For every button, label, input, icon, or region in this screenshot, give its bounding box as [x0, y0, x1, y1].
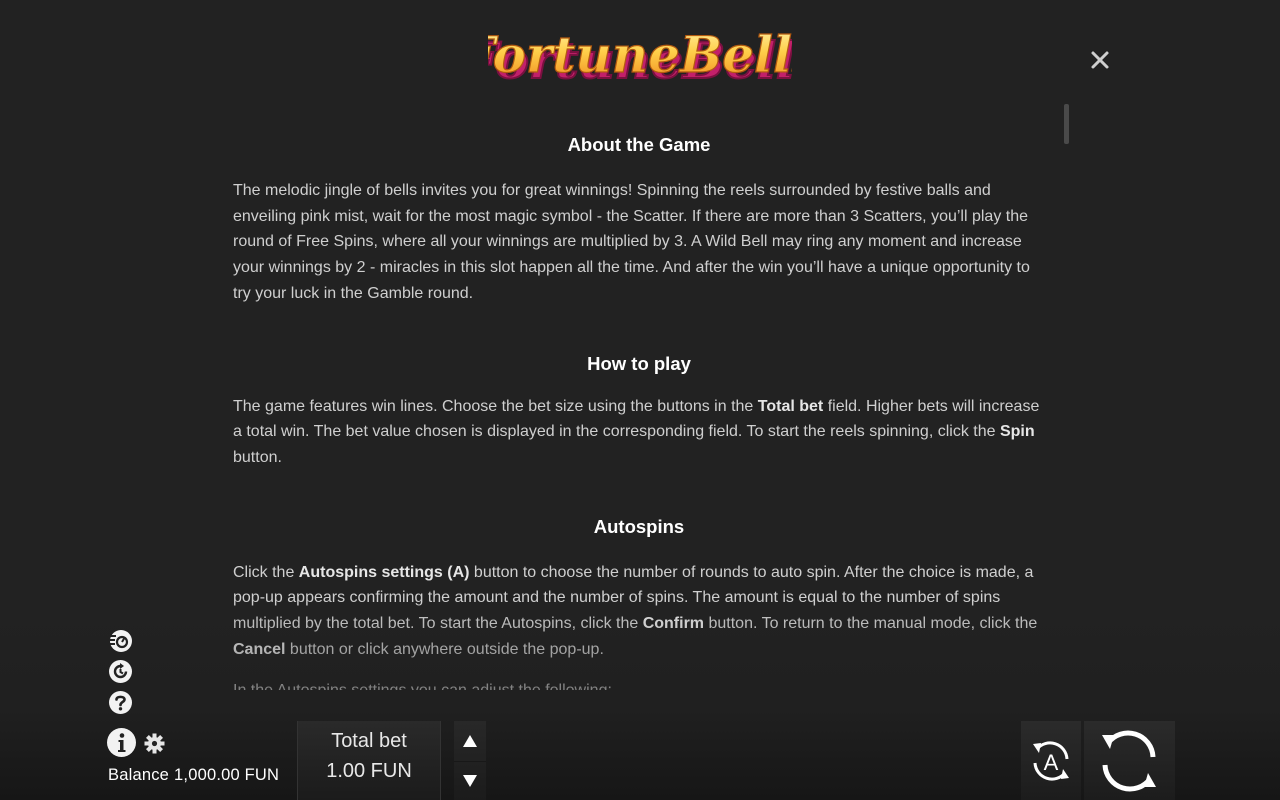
svg-text:FortuneBells: FortuneBells	[488, 25, 792, 84]
section-title-autospins: Autospins	[593, 515, 685, 537]
bet-stepper	[454, 721, 486, 800]
help-icon	[109, 691, 132, 714]
history-button[interactable]	[107, 658, 134, 685]
spin-icon	[1102, 730, 1156, 792]
how-to-play-paragraph: The game features win lines. Choose the …	[233, 397, 1040, 466]
close-icon	[1091, 51, 1109, 69]
total-bet-label: Total bet	[331, 730, 407, 752]
autospin-icon: A	[1033, 741, 1069, 781]
scrollbar-thumb[interactable]	[1064, 104, 1069, 144]
cancel-term: Cancel	[233, 640, 286, 658]
close-button[interactable]	[1086, 46, 1114, 74]
triangle-up-icon	[463, 735, 477, 747]
info-button[interactable]	[106, 727, 137, 758]
info-icon	[107, 728, 136, 757]
autospins-paragraph: Click the Autospins settings (A) button …	[233, 563, 1038, 658]
turbo-button[interactable]	[107, 627, 134, 654]
bet-decrease-button[interactable]	[454, 761, 486, 800]
autospins-settings-term: Autospins settings (A)	[298, 563, 470, 581]
autospins-settings-intro: In the Autospins settings you can adjust…	[233, 678, 1045, 690]
section-title-how-to-play: How to play	[587, 352, 691, 374]
confirm-term: Confirm	[642, 615, 705, 633]
gear-icon	[144, 733, 165, 754]
total-bet-term: Total bet	[757, 397, 824, 415]
scrollbar[interactable]	[1064, 104, 1069, 684]
balance-value: 1,000.00 FUN	[174, 766, 280, 784]
settings-button[interactable]	[144, 733, 165, 754]
total-bet-panel: Total bet 1.00 FUN	[297, 721, 441, 800]
fortune-bells-logo: FortuneBells FortuneBells	[488, 6, 792, 98]
triangle-down-icon	[463, 775, 477, 787]
about-paragraph: The melodic jingle of bells invites you …	[233, 182, 1030, 302]
balance-display: Balance 1,000.00 FUN	[108, 766, 279, 785]
bet-increase-button[interactable]	[454, 721, 486, 760]
autospin-label: A	[1044, 750, 1059, 775]
game-rules-screen: FortuneBells FortuneBells About the Game…	[0, 0, 1280, 800]
help-button[interactable]	[107, 689, 134, 716]
autospins-button[interactable]: A	[1021, 721, 1081, 800]
turbo-icon	[109, 630, 132, 652]
spin-button[interactable]	[1084, 721, 1175, 800]
history-icon	[109, 660, 132, 683]
rules-content[interactable]: About the Game The melodic jingle of bel…	[233, 130, 1045, 690]
balance-label: Balance	[108, 766, 170, 784]
total-bet-value: 1.00 FUN	[326, 760, 412, 782]
spin-term: Spin	[999, 423, 1035, 441]
section-title-about: About the Game	[567, 134, 711, 155]
